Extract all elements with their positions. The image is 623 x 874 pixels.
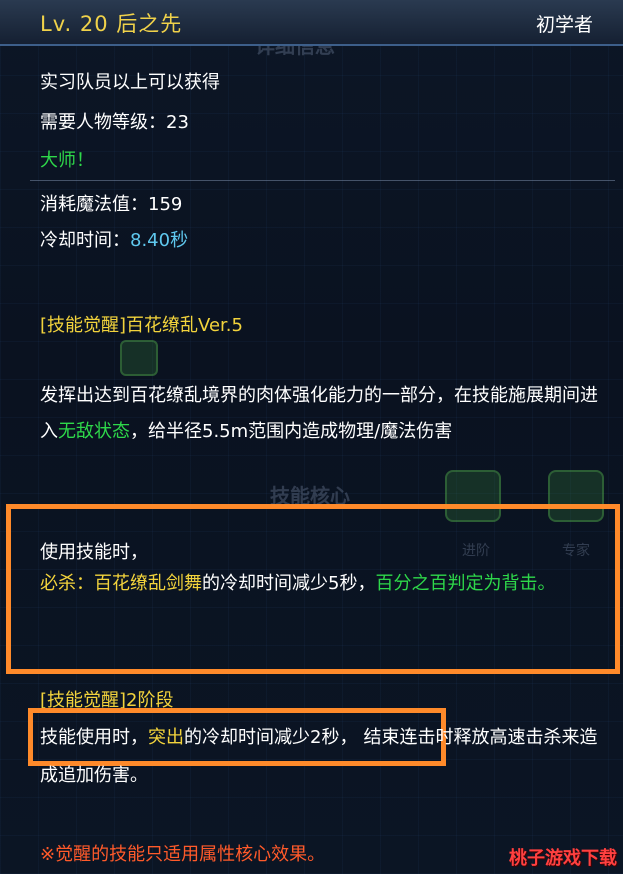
bg-small-badge <box>120 340 158 376</box>
cooldown-label: 冷却时间： <box>40 230 130 251</box>
required-level-label: 需要人物等级： <box>40 112 166 133</box>
cooldown-row: 冷却时间：8.40秒 <box>40 226 188 252</box>
skill-rank-label: 初学者 <box>535 14 593 36</box>
awaken2-part1: 技能使用时， <box>40 727 148 748</box>
ultimate-skill-name: 必杀：百花缭乱剑舞 <box>40 573 202 594</box>
awaken-title-1: [技能觉醒]百花缭乱Ver.5 <box>40 315 243 336</box>
awaken-description: 发挥出达到百花缭乱境界的肉体强化能力的一部分，在技能施展期间进入无敌状态，给半径… <box>40 378 610 450</box>
awaken-effect-text: 必杀：百花缭乱剑舞的冷却时间减少5秒，百分之百判定为背击。 <box>40 566 610 602</box>
invincible-state-highlight: 无敌状态 <box>58 421 130 442</box>
awaken-footnote: ※觉醒的技能只适用属性核心效果。 <box>40 844 326 865</box>
awaken-desc-part2: ，给半径5.5m范围内造成物理/魔法伤害 <box>130 421 453 442</box>
site-watermark: 桃子游戏下载 <box>509 848 617 869</box>
breakout-highlight: 突出 <box>148 727 184 748</box>
requirement-text: 实习队员以上可以获得 <box>40 72 220 93</box>
effect-cooldown-text: 的冷却时间减少5秒， <box>202 573 376 594</box>
required-level-row: 需要人物等级：23 <box>40 108 189 134</box>
master-label: 大师！ <box>40 150 94 171</box>
mp-cost-label: 消耗魔法值： <box>40 194 148 215</box>
tooltip-header: Lv. 20 后之先 初学者 <box>0 0 623 46</box>
awaken2-description: 技能使用时，突出的冷却时间减少2秒， 结束连击时释放高速击杀来造成追加伤害。 <box>40 719 610 795</box>
section-divider <box>30 180 615 181</box>
use-skill-line: 使用技能时， <box>40 542 148 563</box>
mp-cost-row: 消耗魔法值：159 <box>40 190 182 216</box>
mp-cost-value: 159 <box>148 194 183 215</box>
skill-level-title: Lv. 20 后之先 <box>40 12 183 36</box>
cooldown-value: 8.40秒 <box>130 230 189 251</box>
back-attack-text: 百分之百判定为背击。 <box>375 573 556 594</box>
required-level-value: 23 <box>166 112 189 133</box>
awaken2-part2: 的冷却时间减少2秒， <box>184 727 358 748</box>
